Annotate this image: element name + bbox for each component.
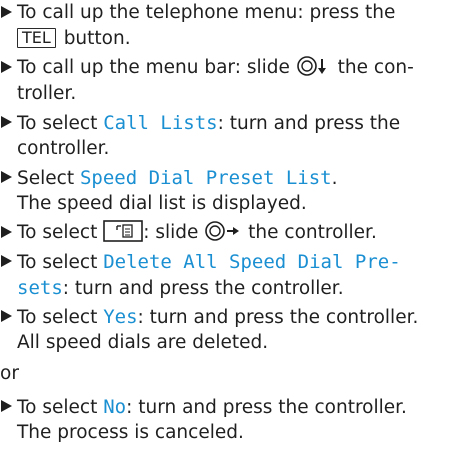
triangle-bullet-icon <box>1 255 12 267</box>
result-text: The speed dial list is displayed. <box>17 193 307 214</box>
triangle-bullet-icon <box>1 310 12 322</box>
step-text: troller. <box>17 83 77 104</box>
step-text: controller. <box>17 138 110 159</box>
or-label: or <box>0 363 19 384</box>
triangle-bullet-icon <box>1 116 12 128</box>
step-text: : turn and press the controller. <box>62 278 344 299</box>
menu-item-delete-all-speed-dial-presets-cont: sets <box>17 277 63 299</box>
instruction-page: To call up the telephone menu: press the… <box>0 0 455 452</box>
step-text: To select <box>17 307 98 328</box>
triangle-bullet-icon <box>1 6 12 18</box>
triangle-bullet-icon <box>1 171 12 183</box>
triangle-bullet-icon <box>1 226 12 238</box>
result-text: All speed dials are deleted. <box>17 332 269 353</box>
controller-slide-down-icon <box>296 56 326 76</box>
menu-options-icon <box>103 220 144 242</box>
controller-slide-right-icon <box>205 221 240 241</box>
step-text: the con- <box>337 57 414 78</box>
step-text: . <box>331 168 338 189</box>
step-text: To select <box>17 222 98 243</box>
step-text: To select <box>17 252 98 273</box>
step-text: To call up the menu bar: slide <box>17 57 290 78</box>
step-text: : slide <box>143 222 199 243</box>
triangle-bullet-icon <box>1 61 12 73</box>
step-text: : turn and press the <box>217 113 401 134</box>
menu-item-speed-dial-preset-list: Speed Dial Preset List <box>79 167 332 189</box>
step-text: To call up the telephone menu: press the <box>17 2 396 23</box>
menu-item-yes: Yes <box>103 306 138 328</box>
step-text: Select <box>17 168 75 189</box>
step-text: To select <box>17 113 98 134</box>
tel-button: TEL <box>17 28 56 48</box>
menu-item-no: No <box>103 396 127 418</box>
result-text: The process is canceled. <box>17 422 244 443</box>
step-text: : turn and press the controller. <box>137 307 419 328</box>
step-text: To select <box>17 397 98 418</box>
menu-item-delete-all-speed-dial-presets: Delete All Speed Dial Pre- <box>103 251 401 273</box>
step-text: the controller. <box>248 222 377 243</box>
triangle-bullet-icon <box>1 400 12 412</box>
step-text: button. <box>63 28 131 49</box>
step-text: : turn and press the controller. <box>126 397 407 418</box>
menu-item-call-lists: Call Lists <box>103 112 218 134</box>
